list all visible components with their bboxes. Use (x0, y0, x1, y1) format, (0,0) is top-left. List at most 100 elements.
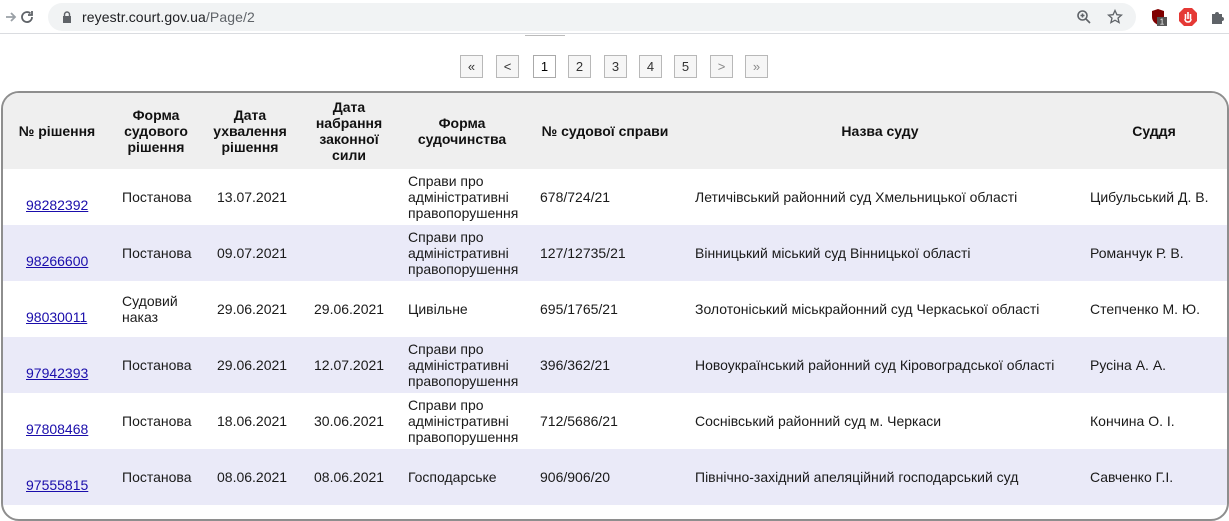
cell-date-adopted: 13.07.2021 (217, 169, 307, 225)
cell-text: 18.06.2021 (217, 413, 288, 429)
cell-date-adopted: 29.06.2021 (217, 337, 307, 393)
cell-date-effective: 12.07.2021 (314, 337, 400, 393)
cell-text: Романчук Р. В. (1090, 245, 1184, 261)
cell-date-effective: 30.06.2021 (314, 393, 400, 449)
pager-page-1[interactable]: 1 (533, 55, 556, 78)
pager-prev-button[interactable]: < (496, 55, 519, 78)
cell-date-adopted: 08.06.2021 (217, 449, 307, 505)
pager-last-button[interactable]: » (745, 55, 768, 78)
adblock-extension-icon[interactable] (1178, 7, 1198, 27)
cell-text: 678/724/21 (540, 189, 611, 205)
cell-text: Справи про адміністративні правопорушенн… (408, 397, 519, 445)
cell-number: 98282392 (26, 169, 116, 225)
col-header-number: № рішення (18, 123, 96, 139)
cell-text: Господарське (408, 469, 497, 485)
col-header-date-effective: Дата набрання законної сили (315, 99, 383, 163)
cell-text: Золотоніський міськрайонний суд Черкаськ… (695, 301, 1040, 317)
decision-link[interactable]: 98266600 (26, 253, 88, 269)
cell-form: Постанова (122, 225, 206, 281)
cell-text: 29.06.2021 (217, 301, 288, 317)
cell-judge: Романчук Р. В. (1090, 225, 1227, 281)
cell-text: Степченко М. Ю. (1090, 301, 1200, 317)
col-header-judge: Суддя (1132, 123, 1176, 139)
cell-number: 98030011 (26, 281, 116, 337)
extensions-puzzle-icon[interactable] (1208, 7, 1228, 27)
cell-text: Соснівський районний суд м. Черкаси (695, 413, 942, 429)
table-row: 97942393 Постанова 29.06.2021 12.07.2021 Спр… (3, 337, 1227, 393)
cell-case-no: 712/5686/21 (540, 393, 680, 449)
decision-link[interactable]: 97942393 (26, 365, 88, 381)
cell-text: Справи про адміністративні правопорушенн… (408, 229, 519, 277)
decision-link[interactable]: 97555815 (26, 477, 88, 493)
cell-form: Постанова (122, 449, 206, 505)
cell-text: 127/12735/21 (540, 245, 626, 261)
cell-text: Кончина О. І. (1090, 413, 1175, 429)
table-row: 97808468 Постанова 18.06.2021 30.06.2021 Спр… (3, 393, 1227, 449)
cell-text: 08.06.2021 (314, 469, 385, 485)
decision-link[interactable]: 98282392 (26, 197, 88, 213)
cell-text: 08.06.2021 (217, 469, 288, 485)
pager-page-4[interactable]: 4 (639, 55, 662, 78)
decision-link[interactable]: 98030011 (26, 309, 87, 325)
col-header-case-no: № судової справи (541, 123, 669, 139)
pager-next-button[interactable]: > (710, 55, 733, 78)
col-header-proceeding: Форма судочинства (417, 115, 507, 147)
cell-number: 97942393 (26, 337, 116, 393)
extension-badge: 1 (1160, 18, 1165, 27)
cell-text: Вінницький міський суд Вінницької област… (695, 245, 971, 261)
cell-proceeding: Справи про адміністративні правопорушенн… (408, 337, 533, 393)
results-table: № рішення Форма судового рішення Дата ух… (1, 91, 1229, 521)
zoom-icon[interactable] (1075, 8, 1093, 26)
cell-date-adopted: 29.06.2021 (217, 281, 307, 337)
cell-proceeding: Справи про адміністративні правопорушенн… (408, 225, 533, 281)
pager-page-2[interactable]: 2 (568, 55, 591, 78)
bookmark-star-icon[interactable] (1106, 8, 1124, 26)
cell-judge: Русіна А. А. (1090, 337, 1227, 393)
cell-date-effective (314, 225, 400, 281)
cell-proceeding: Справи про адміністративні правопорушенн… (408, 393, 533, 449)
cell-text: Постанова (122, 357, 192, 373)
decision-link[interactable]: 97808468 (26, 421, 88, 437)
cell-case-no: 695/1765/21 (540, 281, 680, 337)
cell-text: Постанова (122, 245, 192, 261)
cell-judge: Цибульський Д. В. (1090, 169, 1227, 225)
cell-text: Справи про адміністративні правопорушенн… (408, 341, 519, 389)
reload-icon[interactable] (16, 6, 38, 28)
cell-date-effective: 08.06.2021 (314, 449, 400, 505)
pager-page-3[interactable]: 3 (604, 55, 627, 78)
cell-text: Судовий наказ (122, 293, 178, 325)
cell-text: Постанова (122, 469, 192, 485)
cell-number: 97555815 (26, 449, 116, 505)
cell-text: Цибульський Д. В. (1090, 189, 1209, 205)
cell-text: 396/362/21 (540, 357, 611, 373)
cell-proceeding: Цивільне (408, 281, 533, 337)
cell-text: Новоукраїнський районний суд Кіровоградс… (695, 357, 1055, 373)
cell-form: Постанова (122, 393, 206, 449)
pager-first-button[interactable]: « (460, 55, 483, 78)
cell-court: Новоукраїнський районний суд Кіровоградс… (695, 337, 1085, 393)
cell-form: Постанова (122, 169, 206, 225)
cell-text: 12.07.2021 (314, 357, 385, 373)
cell-judge: Степченко М. Ю. (1090, 281, 1227, 337)
cell-proceeding: Справи про адміністративні правопорушенн… (408, 169, 533, 225)
cell-text: Савченко Г.І. (1090, 469, 1174, 485)
cell-form: Постанова (122, 337, 206, 393)
cell-text: Постанова (122, 413, 192, 429)
cell-judge: Савченко Г.І. (1090, 449, 1227, 505)
cell-text: Русіна А. А. (1090, 357, 1167, 373)
cell-text: 29.06.2021 (217, 357, 288, 373)
browser-toolbar: reyestr.court.gov.ua/Page/2 1 (0, 0, 1229, 34)
cell-text: Постанова (122, 189, 192, 205)
cell-case-no: 906/906/20 (540, 449, 680, 505)
cell-court: Північно-західний апеляційний господарсь… (695, 449, 1085, 505)
cell-text: 29.06.2021 (314, 301, 385, 317)
cell-number: 97808468 (26, 393, 116, 449)
ublock-extension-icon[interactable]: 1 (1148, 7, 1168, 27)
cell-text: Справи про адміністративні правопорушенн… (408, 173, 519, 221)
cell-date-adopted: 18.06.2021 (217, 393, 307, 449)
pager-page-5[interactable]: 5 (674, 55, 697, 78)
cell-court: Вінницький міський суд Вінницької област… (695, 225, 1085, 281)
address-bar[interactable]: reyestr.court.gov.ua/Page/2 (48, 3, 1136, 31)
divider (525, 34, 565, 36)
url-text: reyestr.court.gov.ua/Page/2 (82, 9, 255, 25)
